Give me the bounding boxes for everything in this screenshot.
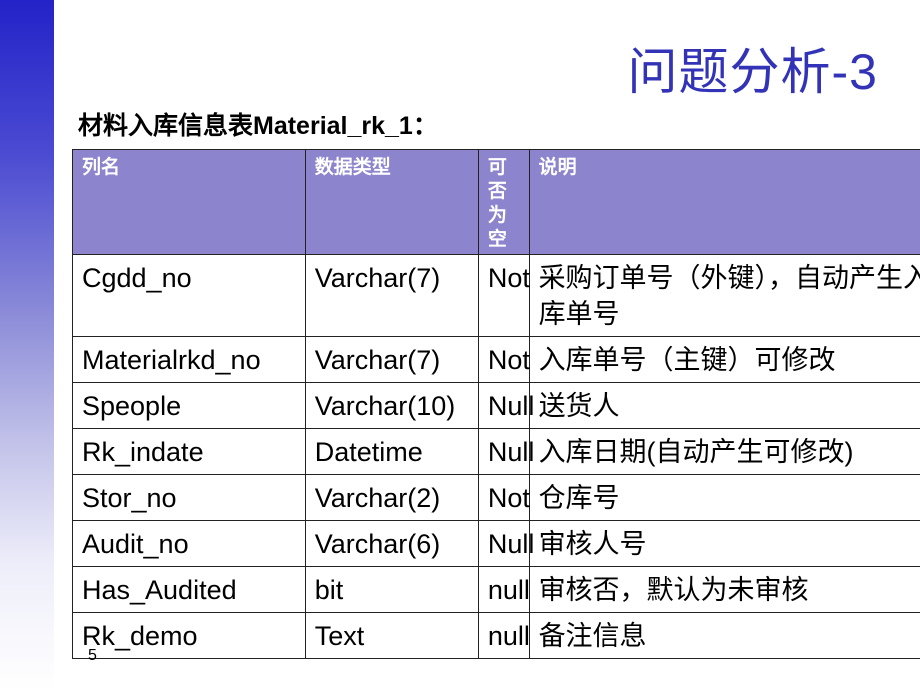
cell-column-name: Materialrkd_no bbox=[72, 336, 306, 383]
slide-title: 问题分析-3 bbox=[627, 44, 878, 100]
header-column-name: 列名 bbox=[72, 149, 306, 255]
cell-description: 备注信息 bbox=[528, 612, 920, 659]
cell-nullable: Not bbox=[477, 254, 530, 337]
cell-column-name: Stor_no bbox=[72, 474, 306, 521]
table-header-row: 列名 数据类型 可否为空 说明 bbox=[72, 149, 920, 255]
table-row: Stor_no Varchar(2) Not 仓库号 bbox=[72, 474, 920, 521]
header-description: 说明 bbox=[528, 149, 920, 255]
cell-description: 送货人 bbox=[528, 382, 920, 429]
cell-data-type: Varchar(7) bbox=[304, 336, 479, 383]
table-row: Has_Audited bit null 审核否，默认为未审核 bbox=[72, 566, 920, 613]
cell-description: 审核否，默认为未审核 bbox=[528, 566, 920, 613]
cell-column-name: Speople bbox=[72, 382, 306, 429]
cell-nullable: null bbox=[477, 612, 530, 659]
cell-data-type: Varchar(6) bbox=[304, 520, 479, 567]
cell-column-name: Cgdd_no bbox=[72, 254, 306, 337]
cell-description: 审核人号 bbox=[528, 520, 920, 567]
table-caption: 材料入库信息表Material_rk_1： bbox=[78, 112, 438, 140]
header-data-type: 数据类型 bbox=[304, 149, 479, 255]
cell-description: 入库单号（主键）可修改 bbox=[528, 336, 920, 383]
cell-data-type: Text bbox=[304, 612, 479, 659]
cell-data-type: Varchar(2) bbox=[304, 474, 479, 521]
cell-column-name: Rk_demo bbox=[72, 612, 306, 659]
table-row: Audit_no Varchar(6) Null 审核人号 bbox=[72, 520, 920, 567]
schema-table: 列名 数据类型 可否为空 说明 Cgdd_no Varchar(7) Not 采… bbox=[72, 149, 920, 659]
cell-nullable: Not bbox=[477, 474, 530, 521]
cell-description: 采购订单号（外键），自动产生入库单号 bbox=[528, 254, 920, 337]
cell-data-type: Datetime bbox=[304, 428, 479, 475]
table-row: Rk_demo Text null 备注信息 bbox=[72, 612, 920, 659]
table-row: Cgdd_no Varchar(7) Not 采购订单号（外键），自动产生入库单… bbox=[72, 254, 920, 337]
cell-nullable: Null bbox=[477, 382, 534, 429]
cell-data-type: Varchar(10) bbox=[304, 382, 479, 429]
cell-description: 入库日期(自动产生可修改) bbox=[528, 428, 920, 475]
table-row: Rk_indate Datetime Null 入库日期(自动产生可修改) bbox=[72, 428, 920, 475]
cell-data-type: bit bbox=[304, 566, 479, 613]
cell-column-name: Has_Audited bbox=[72, 566, 306, 613]
cell-column-name: Rk_indate bbox=[72, 428, 306, 475]
cell-description: 仓库号 bbox=[528, 474, 920, 521]
cell-nullable: null bbox=[477, 566, 530, 613]
header-nullable: 可否为空 bbox=[477, 149, 530, 255]
cell-column-name: Audit_no bbox=[72, 520, 306, 567]
cell-nullable: Not bbox=[477, 336, 530, 383]
cell-nullable: Null bbox=[477, 428, 534, 475]
cell-data-type: Varchar(7) bbox=[304, 254, 479, 337]
decorative-gradient-sidebar bbox=[0, 0, 54, 690]
table-row: Speople Varchar(10) Null 送货人 bbox=[72, 382, 920, 429]
cell-nullable: Null bbox=[477, 520, 534, 567]
table-row: Materialrkd_no Varchar(7) Not 入库单号（主键）可修… bbox=[72, 336, 920, 383]
page-number: 5 bbox=[88, 647, 97, 664]
